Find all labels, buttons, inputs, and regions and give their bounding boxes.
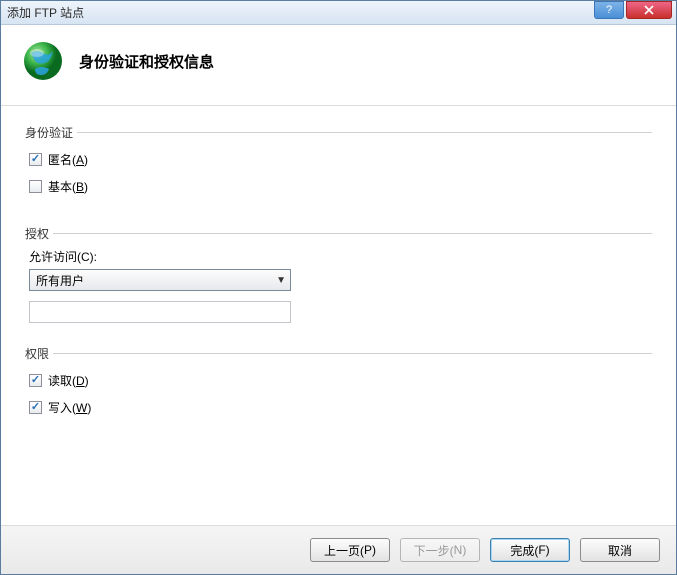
read-checkbox[interactable] — [29, 374, 42, 387]
cancel-button[interactable]: 取消 — [580, 538, 660, 562]
globe-icon — [21, 39, 65, 83]
read-row[interactable]: 读取(D) — [29, 372, 652, 389]
anonymous-label: 匿名(A) — [48, 151, 88, 168]
read-label: 读取(D) — [48, 372, 89, 389]
page-title: 身份验证和授权信息 — [79, 51, 214, 72]
close-icon — [644, 5, 654, 15]
next-button: 下一步(N) — [400, 538, 480, 562]
content-area: 身份验证 匿名(A) 基本(B) 授权 允许访问(C): 所有用户 ▼ 权限 — [1, 106, 676, 525]
authorization-textbox[interactable] — [29, 301, 291, 323]
authentication-group: 身份验证 匿名(A) 基本(B) — [25, 124, 652, 203]
chevron-down-icon: ▼ — [276, 275, 286, 286]
titlebar-buttons: ? — [594, 1, 676, 24]
prev-button[interactable]: 上一页(P) — [310, 538, 390, 562]
finish-button[interactable]: 完成(F) — [490, 538, 570, 562]
permissions-legend: 权限 — [25, 345, 53, 362]
wizard-header: 身份验证和授权信息 — [1, 25, 676, 106]
anonymous-checkbox[interactable] — [29, 153, 42, 166]
basic-label: 基本(B) — [48, 178, 88, 195]
permissions-group: 权限 读取(D) 写入(W) — [25, 345, 652, 424]
help-button[interactable]: ? — [594, 1, 624, 19]
authorization-group: 授权 允许访问(C): 所有用户 ▼ — [25, 225, 652, 323]
authorization-legend: 授权 — [25, 225, 53, 242]
write-row[interactable]: 写入(W) — [29, 399, 652, 416]
dialog-window: 添加 FTP 站点 ? 身份验证和授权信息 身份验证 匿名(A) — [0, 0, 677, 575]
write-checkbox[interactable] — [29, 401, 42, 414]
wizard-footer: 上一页(P) 下一步(N) 完成(F) 取消 — [1, 525, 676, 574]
basic-row[interactable]: 基本(B) — [29, 178, 652, 195]
allow-access-label: 允许访问(C): — [29, 248, 652, 265]
window-title: 添加 FTP 站点 — [1, 4, 84, 21]
allow-access-select[interactable]: 所有用户 ▼ — [29, 269, 291, 291]
titlebar: 添加 FTP 站点 ? — [1, 1, 676, 25]
basic-checkbox[interactable] — [29, 180, 42, 193]
select-value: 所有用户 — [36, 272, 84, 289]
authentication-legend: 身份验证 — [25, 124, 77, 141]
close-button[interactable] — [626, 1, 672, 19]
anonymous-row[interactable]: 匿名(A) — [29, 151, 652, 168]
write-label: 写入(W) — [48, 399, 91, 416]
